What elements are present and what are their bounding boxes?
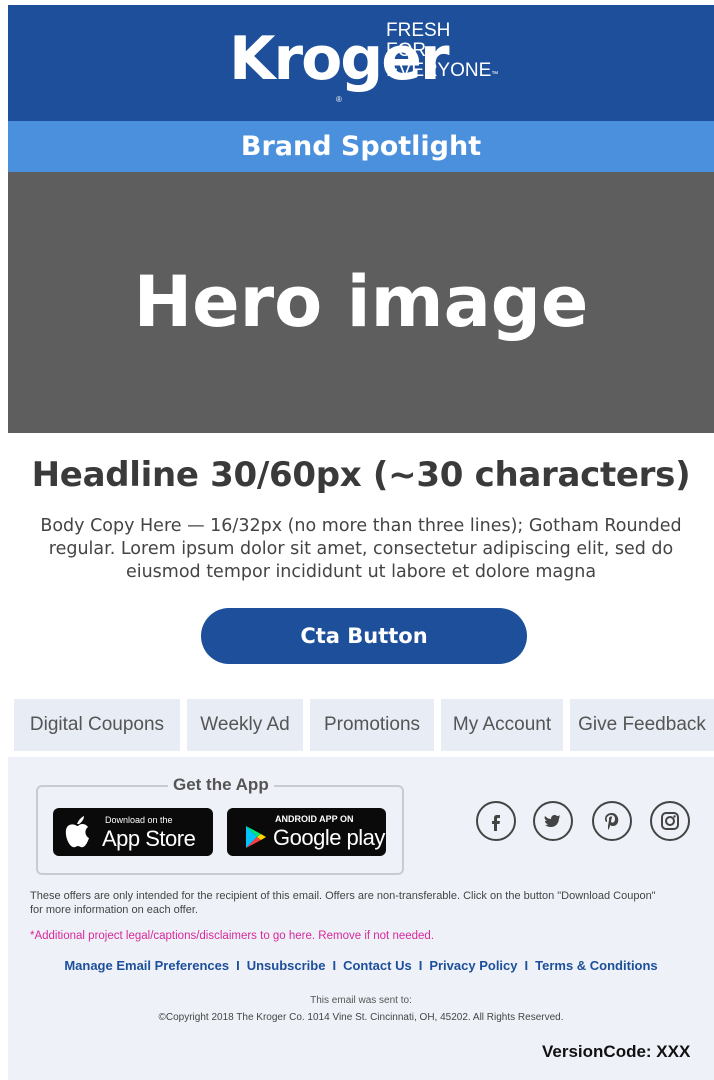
sent-to-text: This email was sent to: xyxy=(310,995,412,1006)
registered-mark: ® xyxy=(336,95,342,104)
nav-give-feedback[interactable]: Give Feedback xyxy=(570,699,714,751)
tagline: FRESH FOR EVERYONE™ xyxy=(386,21,498,85)
app-store-big-text: App Store xyxy=(102,826,196,851)
email-frame: Kroger ® FRESH FOR EVERYONE™ Brand Spotl… xyxy=(8,5,714,1080)
link-separator: I xyxy=(524,958,529,973)
contact-us-link[interactable]: Contact Us xyxy=(343,958,412,973)
trademark-mark: ™ xyxy=(491,71,499,78)
twitter-icon[interactable] xyxy=(533,801,573,841)
terms-conditions-link[interactable]: Terms & Conditions xyxy=(535,958,658,973)
link-separator: I xyxy=(332,958,337,973)
google-play-big-text: Google play xyxy=(273,825,385,850)
google-play-icon xyxy=(246,826,266,848)
hero-image-label: Hero image xyxy=(133,261,589,343)
body-copy: Body Copy Here — 16/32px (no more than t… xyxy=(40,516,682,582)
brand-spotlight-bar: Brand Spotlight xyxy=(8,121,714,172)
google-play-button[interactable]: ANDROID APP ON Google play xyxy=(227,808,386,856)
footer-nav: Digital Coupons Weekly Ad Promotions My … xyxy=(8,695,714,757)
email-header: Kroger ® FRESH FOR EVERYONE™ xyxy=(8,5,714,121)
nav-weekly-ad[interactable]: Weekly Ad xyxy=(187,699,303,751)
privacy-policy-link[interactable]: Privacy Policy xyxy=(429,958,517,973)
legal-text: These offers are only intended for the r… xyxy=(30,890,656,916)
cta-button[interactable]: Cta Button xyxy=(201,608,527,664)
pinterest-icon[interactable] xyxy=(592,801,632,841)
footer-links: Manage Email Preferences I Unsubscribe I Con… xyxy=(8,958,714,973)
nav-my-account[interactable]: My Account xyxy=(441,699,563,751)
tagline-line-3: EVERYONE xyxy=(386,60,492,81)
disclaimer-text: *Additional project legal/captions/discl… xyxy=(30,930,435,942)
tagline-line-2: FOR xyxy=(386,40,427,61)
get-the-app-title: Get the App xyxy=(168,775,274,795)
nav-digital-coupons[interactable]: Digital Coupons xyxy=(14,699,180,751)
content-section: Headline 30/60px (~30 characters) Body C… xyxy=(8,433,714,695)
version-code: VersionCode: XXX xyxy=(542,1042,691,1061)
copyright-text: ©Copyright 2018 The Kroger Co. 1014 Vine… xyxy=(158,1012,564,1023)
unsubscribe-link[interactable]: Unsubscribe xyxy=(247,958,326,973)
link-separator: I xyxy=(418,958,423,973)
app-store-small-text: Download on the xyxy=(105,815,173,825)
facebook-icon[interactable] xyxy=(476,801,516,841)
apple-icon xyxy=(65,816,89,848)
manage-email-preferences-link[interactable]: Manage Email Preferences xyxy=(64,958,229,973)
headline: Headline 30/60px (~30 characters) xyxy=(31,455,691,495)
app-store-button[interactable]: Download on the App Store xyxy=(53,808,213,856)
google-play-small-text: ANDROID APP ON xyxy=(275,814,354,824)
link-separator: I xyxy=(236,958,240,973)
tagline-line-1: FRESH xyxy=(386,20,451,41)
brand-spotlight-title: Brand Spotlight xyxy=(240,131,482,162)
instagram-icon[interactable] xyxy=(650,801,690,841)
nav-promotions[interactable]: Promotions xyxy=(310,699,434,751)
hero-image[interactable]: Hero image xyxy=(8,172,714,433)
